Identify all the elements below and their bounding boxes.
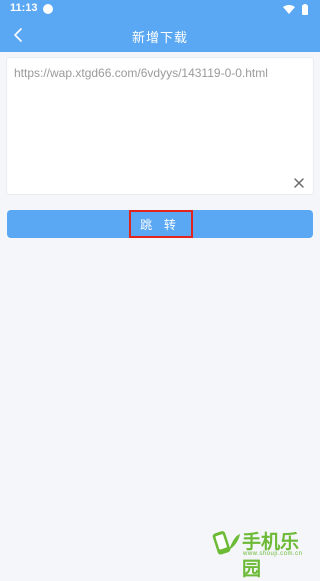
- title-bar: 新增下载: [0, 18, 320, 52]
- battery-icon: [302, 4, 308, 15]
- clear-button[interactable]: [293, 174, 305, 188]
- status-time: 11:13: [10, 2, 38, 14]
- watermark-url: www.shouji.com.cn: [243, 551, 303, 557]
- status-icons: [283, 4, 308, 15]
- url-input[interactable]: https://wap.xtgd66.com/6vdyys/143119-0-0…: [14, 64, 304, 164]
- notification-dot-icon: [43, 4, 53, 14]
- status-bar: 11:13: [0, 0, 320, 18]
- url-panel: https://wap.xtgd66.com/6vdyys/143119-0-0…: [7, 58, 313, 194]
- jump-button-label: 跳 转: [140, 218, 180, 232]
- jump-button[interactable]: 跳 转: [7, 210, 313, 238]
- wifi-icon: [283, 5, 295, 14]
- page-title: 新增下载: [131, 31, 188, 46]
- watermark: 手机乐园 www.shouji.com.cn: [212, 526, 314, 580]
- clear-icon: [294, 178, 304, 188]
- watermark-logo: [212, 531, 240, 555]
